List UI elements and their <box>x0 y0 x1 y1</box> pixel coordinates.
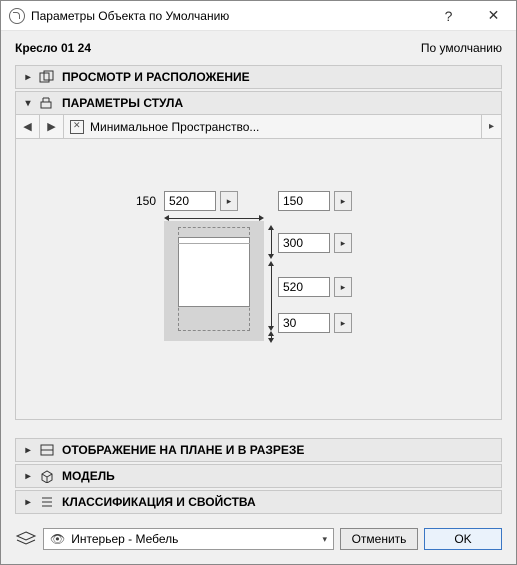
param-page-selector[interactable]: Минимальное Пространство... <box>64 115 481 138</box>
nav-more-button[interactable]: ▸ <box>481 115 501 138</box>
top-gap-stepper[interactable]: ▸ <box>334 233 352 253</box>
preview-icon <box>38 69 56 85</box>
panel-chair-params[interactable]: ▾ ПАРАМЕТРЫ СТУЛА <box>15 91 502 115</box>
help-button[interactable]: ? <box>426 1 471 31</box>
panel-preview[interactable]: ▸ ПРОСМОТР И РАСПОЛОЖЕНИЕ <box>15 65 502 89</box>
chevron-right-icon: ▸ <box>22 445 34 456</box>
list-icon <box>38 494 56 510</box>
panel-label: ОТОБРАЖЕНИЕ НА ПЛАНЕ И В РАЗРЕЗЕ <box>62 443 304 457</box>
plan-icon <box>38 442 56 458</box>
close-button[interactable]: ✕ <box>471 1 516 31</box>
nav-forward-button[interactable]: ▶ <box>40 115 64 138</box>
seat-stepper[interactable]: ▸ <box>334 277 352 297</box>
chevron-down-icon: ▾ <box>22 98 34 109</box>
layer-dropdown[interactable]: 👁 Интерьер - Мебель ▾ <box>43 528 334 550</box>
cancel-button[interactable]: Отменить <box>340 528 418 550</box>
dim-arrow-top-gap <box>264 225 274 259</box>
chair-panel-content: ◀ ▶ Минимальное Пространство... ▸ 150 ▸ <box>15 115 502 420</box>
app-icon <box>9 8 25 24</box>
bottom-gap-input[interactable] <box>278 313 330 333</box>
window-title: Параметры Объекта по Умолчанию <box>31 9 426 23</box>
width-input[interactable] <box>164 191 216 211</box>
min-space-icon <box>70 120 84 134</box>
depth-input[interactable] <box>278 191 330 211</box>
bottom-gap-stepper[interactable]: ▸ <box>334 313 352 333</box>
panel-label: ПАРАМЕТРЫ СТУЛА <box>62 96 183 110</box>
default-label: По умолчанию <box>421 41 502 55</box>
width-stepper[interactable]: ▸ <box>220 191 238 211</box>
object-name: Кресло 01 24 <box>15 41 421 55</box>
ok-button[interactable]: OK <box>424 528 502 550</box>
layers-icon <box>15 530 37 548</box>
panel-model[interactable]: ▸ МОДЕЛЬ <box>15 464 502 488</box>
panel-label: ПРОСМОТР И РАСПОЛОЖЕНИЕ <box>62 70 250 84</box>
fixed-dim-label: 150 <box>136 194 156 208</box>
seat-input[interactable] <box>278 277 330 297</box>
dim-arrow-width <box>164 211 264 221</box>
layer-name: Интерьер - Мебель <box>71 532 178 546</box>
chevron-right-icon: ▸ <box>22 497 34 508</box>
diagram-seat <box>178 237 250 307</box>
depth-stepper[interactable]: ▸ <box>334 191 352 211</box>
chevron-down-icon: ▾ <box>322 534 327 545</box>
panel-classification[interactable]: ▸ КЛАССИФИКАЦИЯ И СВОЙСТВА <box>15 490 502 514</box>
top-gap-input[interactable] <box>278 233 330 253</box>
eye-icon: 👁 <box>50 532 65 546</box>
nav-back-button[interactable]: ◀ <box>16 115 40 138</box>
dim-arrow-bottom-gap <box>264 331 274 343</box>
panel-label: МОДЕЛЬ <box>62 469 115 483</box>
titlebar: Параметры Объекта по Умолчанию ? ✕ <box>1 1 516 31</box>
chevron-right-icon: ▸ <box>22 72 34 83</box>
chevron-right-icon: ▸ <box>22 471 34 482</box>
panel-display[interactable]: ▸ ОТОБРАЖЕНИЕ НА ПЛАНЕ И В РАЗРЕЗЕ <box>15 438 502 462</box>
cube-icon <box>38 468 56 484</box>
param-page-label: Минимальное Пространство... <box>90 120 259 134</box>
chair-icon <box>38 95 56 111</box>
dim-arrow-seat <box>264 261 274 331</box>
panel-label: КЛАССИФИКАЦИЯ И СВОЙСТВА <box>62 495 256 509</box>
